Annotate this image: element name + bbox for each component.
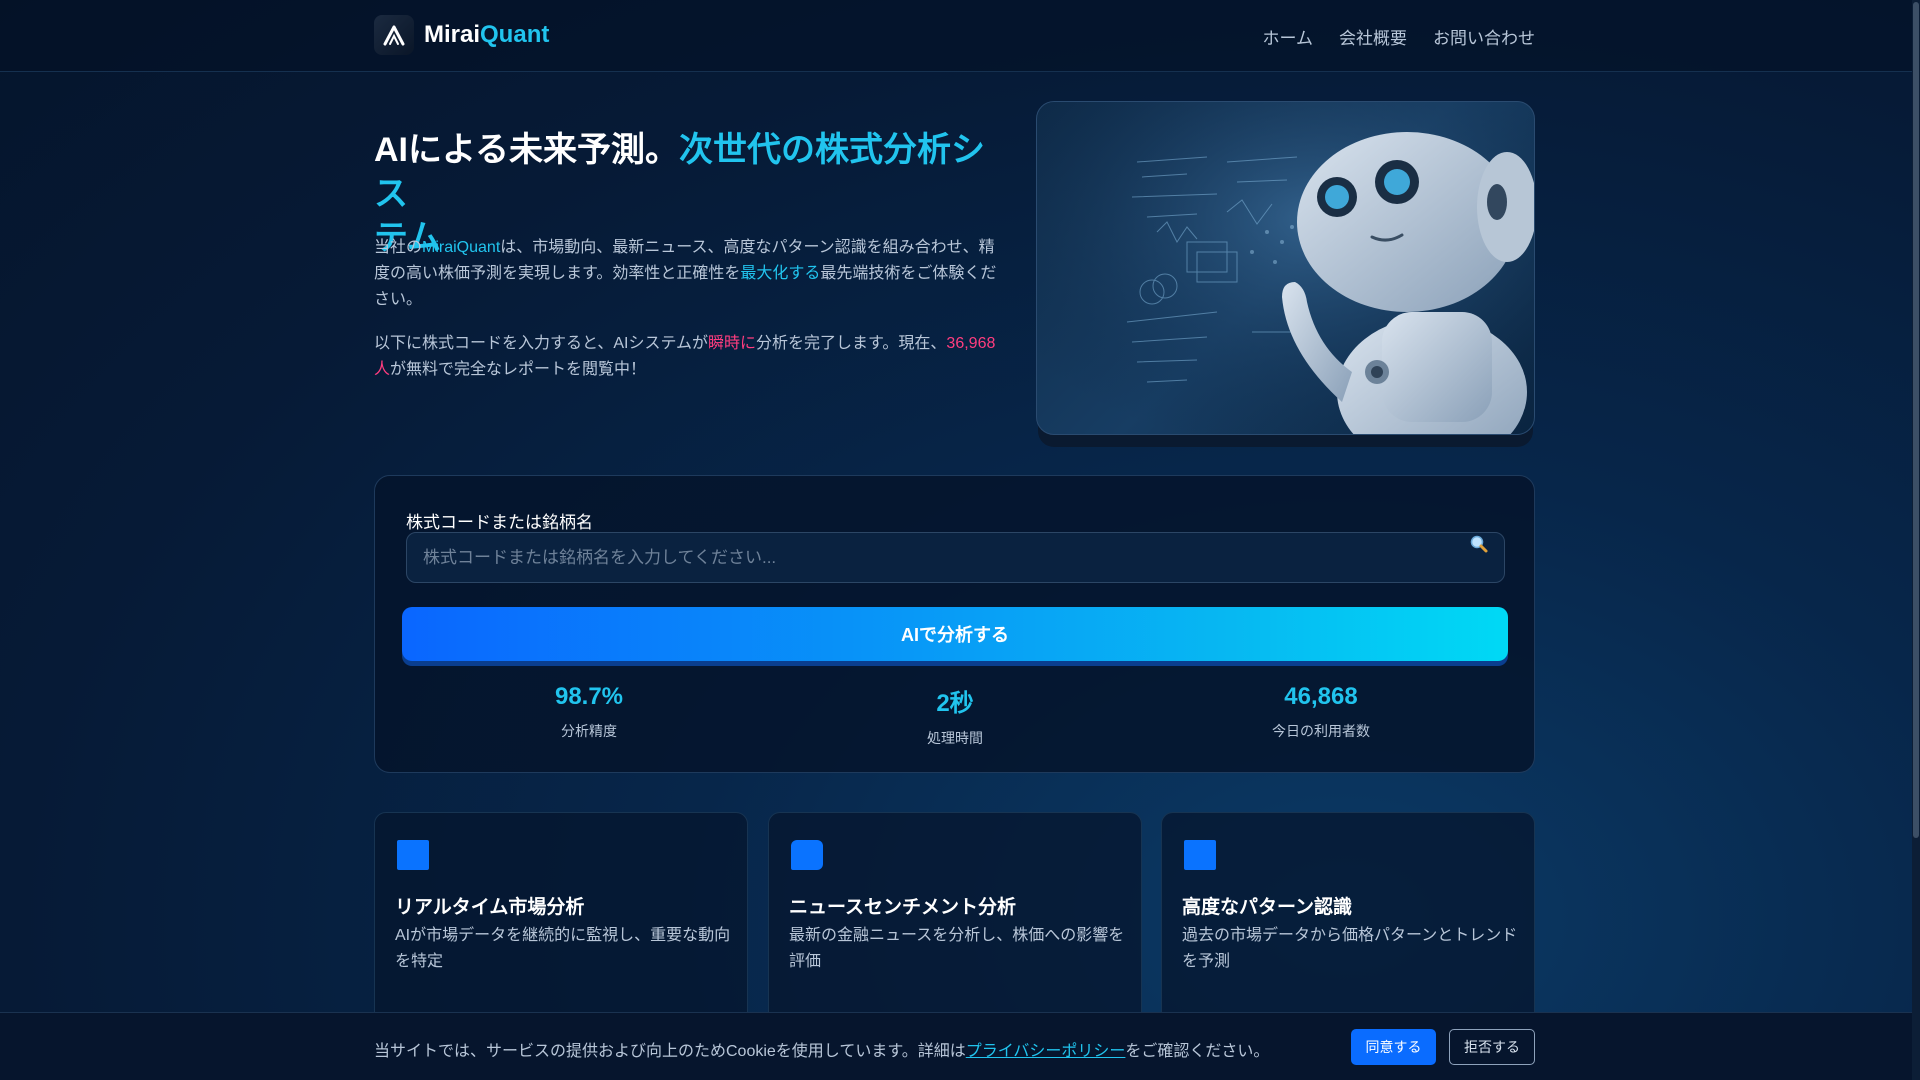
feature-card-pattern: 高度なパターン認識 過去の市場データから価格パターンとトレンドを予測 — [1161, 812, 1535, 1027]
hero-cta-text: 以下に株式コードを入力すると、AIシステムが瞬時に分析を完了します。現在、36,… — [374, 331, 1000, 383]
search-label: 株式コードまたは銘柄名 — [406, 513, 593, 532]
main-nav: ホーム 会社概要 お問い合わせ — [1263, 24, 1536, 49]
cookie-banner: 当サイトでは、サービスの提供および向上のためCookieを使用しています。詳細は… — [0, 1012, 1912, 1080]
chart-icon — [397, 840, 429, 870]
pattern-icon — [1184, 840, 1216, 870]
analyze-button[interactable]: AIで分析する — [402, 607, 1508, 661]
hero-title-part1: AIによる未来予測。 — [374, 131, 679, 169]
feature-card-news: ニュースセンチメント分析 最新の金融ニュースを分析し、株価への影響を評価 — [768, 812, 1142, 1027]
hero-p2-before: 以下に株式コードを入力すると、AIシステムが — [374, 335, 708, 352]
scrollbar-thumb[interactable] — [1913, 2, 1919, 838]
nav-contact[interactable]: お問い合わせ — [1433, 24, 1535, 49]
stat-users-today-value: 46,868 — [1284, 683, 1358, 710]
stat-users-today-label: 今日の利用者数 — [1272, 723, 1370, 739]
feature-title: ニュースセンチメント分析 — [789, 897, 1017, 918]
stat-accuracy: 98.7% 分析精度 — [489, 683, 689, 741]
feature-title: 高度なパターン認識 — [1182, 897, 1353, 918]
hero-p2-highlight: 瞬時に — [708, 335, 757, 352]
search-icon[interactable] — [1469, 534, 1489, 554]
hero-p1-brand: MiraiQuant — [422, 239, 501, 256]
hero-description: 当社のMiraiQuantは、市場動向、最新ニュース、高度なパターン認識を組み合… — [374, 235, 1000, 313]
cookie-agree-button[interactable]: 同意する — [1351, 1029, 1436, 1065]
stat-processing-time-label: 処理時間 — [927, 730, 983, 746]
site-header: MiraiQuant ホーム 会社概要 お問い合わせ — [0, 0, 1912, 72]
feature-description: 最新の金融ニュースを分析し、株価への影響を評価 — [789, 927, 1125, 970]
brand-name-accent: Quant — [480, 21, 550, 48]
hero-p1-highlight: 最大化する — [740, 265, 821, 282]
nav-about[interactable]: 会社概要 — [1339, 24, 1407, 49]
brand-name: MiraiQuant — [424, 21, 549, 49]
cookie-text-before: 当サイトでは、サービスの提供および向上のためCookieを使用しています。詳細は — [374, 1043, 966, 1060]
privacy-policy-link[interactable]: プライバシーポリシー — [966, 1043, 1126, 1060]
hero-p1-before: 当社の — [374, 239, 423, 256]
feature-description: 過去の市場データから価格パターンとトレンドを予測 — [1182, 927, 1518, 970]
cookie-message: 当サイトでは、サービスの提供および向上のためCookieを使用しています。詳細は… — [374, 1037, 1269, 1061]
feature-card-realtime: リアルタイム市場分析 AIが市場データを継続的に監視し、重要な動向を特定 — [374, 812, 748, 1027]
stat-accuracy-label: 分析精度 — [561, 723, 617, 739]
feature-description: AIが市場データを継続的に監視し、重要な動向を特定 — [395, 927, 731, 970]
stat-users-today: 46,868 今日の利用者数 — [1221, 683, 1421, 741]
logo-mark-icon — [374, 15, 414, 55]
hero-p2-after: が無料で完全なレポートを閲覧中！ — [390, 361, 647, 378]
stat-accuracy-value: 98.7% — [554, 683, 624, 710]
cookie-text-after: をご確認ください。 — [1125, 1043, 1270, 1060]
feature-title: リアルタイム市場分析 — [395, 897, 585, 918]
stock-search-input[interactable] — [406, 532, 1505, 583]
brand-name-main: Mirai — [424, 21, 481, 48]
cookie-reject-button[interactable]: 拒否する — [1449, 1029, 1535, 1065]
nav-home[interactable]: ホーム — [1263, 24, 1314, 49]
brand-logo[interactable]: MiraiQuant — [374, 15, 549, 55]
chat-icon — [791, 840, 823, 870]
page-scrollbar[interactable] — [1912, 0, 1920, 1080]
stat-processing-time: 2秒 処理時間 — [855, 683, 1055, 748]
hero-robot-image — [1036, 101, 1535, 435]
stat-processing-time-value: 2秒 — [936, 690, 974, 717]
hero-p2-middle: 分析を完了します。現在、 — [756, 335, 947, 352]
